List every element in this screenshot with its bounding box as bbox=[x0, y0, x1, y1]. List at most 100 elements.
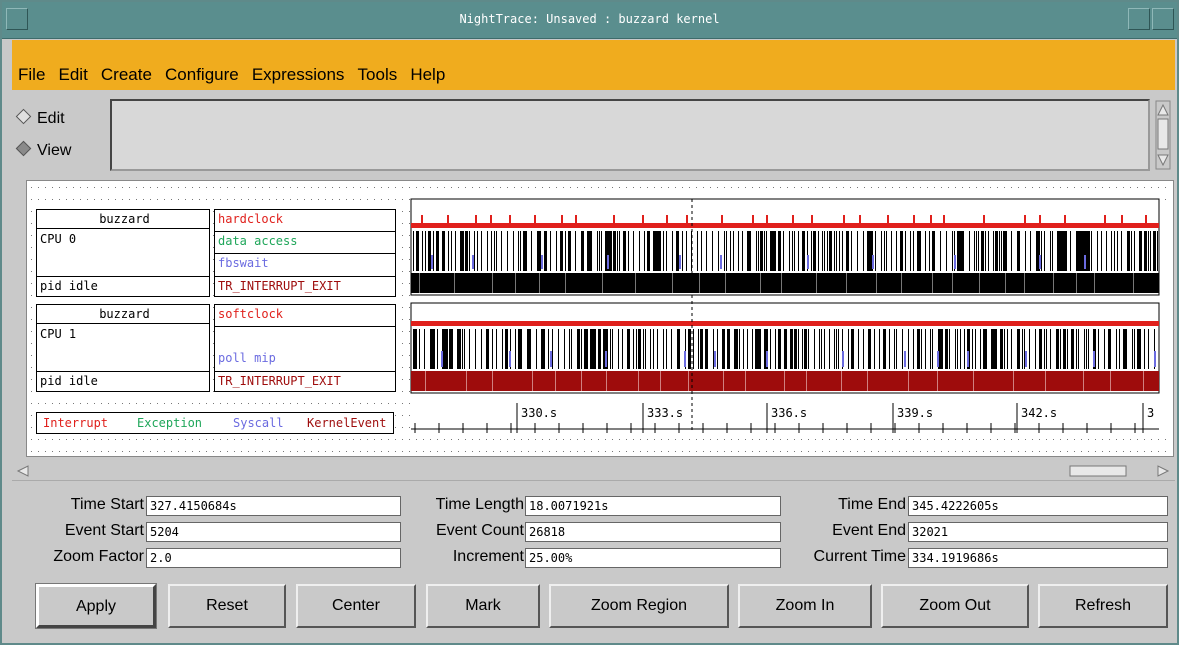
cpu1-event bbox=[1029, 329, 1030, 369]
cpu1-row-empty[interactable] bbox=[215, 327, 395, 349]
zoom-out-button[interactable]: Zoom Out bbox=[881, 584, 1029, 628]
event-count-field[interactable]: 26818 bbox=[525, 522, 781, 542]
hardclock-event bbox=[421, 215, 423, 225]
cpu1-gap bbox=[688, 371, 689, 391]
hardclock-event bbox=[887, 215, 889, 225]
center-button[interactable]: Center bbox=[296, 584, 416, 628]
cpu1-event bbox=[902, 329, 903, 369]
view-radio[interactable]: View bbox=[15, 140, 71, 160]
cpu0-event bbox=[981, 231, 984, 271]
expression-scrollbar[interactable] bbox=[1154, 99, 1172, 171]
cpu1-event bbox=[544, 329, 545, 369]
cpu0-gap bbox=[492, 273, 493, 293]
cpu0-event bbox=[523, 231, 526, 271]
cpu1-event bbox=[717, 329, 718, 369]
cpu0-event bbox=[1006, 231, 1007, 271]
edit-radio[interactable]: Edit bbox=[15, 108, 65, 128]
increment-field[interactable]: 25.00% bbox=[525, 548, 781, 568]
cpu0-row-interrupt-exit[interactable]: TR_INTERRUPT_EXIT bbox=[215, 276, 395, 296]
menu-edit[interactable]: Edit bbox=[59, 62, 88, 85]
cpu0-event bbox=[556, 231, 557, 271]
cpu1-event bbox=[1004, 329, 1005, 369]
cpu0-event bbox=[726, 231, 727, 271]
cpu0-gap bbox=[760, 273, 761, 293]
cpu0-event bbox=[750, 231, 751, 271]
ruler-tick-label: 339.s bbox=[897, 406, 933, 420]
hardclock-event bbox=[642, 215, 644, 225]
minimize-button[interactable] bbox=[1128, 8, 1150, 30]
hardclock-event bbox=[983, 215, 985, 225]
maximize-button[interactable] bbox=[1152, 8, 1174, 30]
cpu0-event bbox=[730, 231, 731, 271]
cpu0-event bbox=[1106, 231, 1107, 271]
cpu1-event bbox=[874, 329, 875, 369]
hardclock-event bbox=[613, 215, 615, 225]
apply-button[interactable]: Apply bbox=[35, 583, 157, 629]
cpu0-event bbox=[917, 231, 920, 271]
hardclock-event bbox=[447, 215, 449, 225]
cpu1-event bbox=[1063, 329, 1066, 369]
cpu0-event bbox=[884, 231, 885, 271]
event-count-label: Event Count bbox=[435, 522, 524, 539]
cpu1-row-softclock[interactable]: softclock bbox=[215, 305, 395, 327]
cpu1-row-interrupt-exit[interactable]: TR_INTERRUPT_EXIT bbox=[215, 371, 395, 391]
cpu1-event bbox=[930, 329, 931, 369]
menu-create[interactable]: Create bbox=[101, 62, 152, 85]
cpu0-event bbox=[619, 231, 620, 271]
cpu0-event bbox=[1070, 231, 1071, 271]
cpu1-event bbox=[808, 329, 809, 369]
refresh-button[interactable]: Refresh bbox=[1038, 584, 1168, 628]
cpu1-row-poll-mip[interactable]: poll mip bbox=[215, 349, 395, 371]
cpu1-event bbox=[778, 329, 781, 369]
time-start-field[interactable]: 327.4150684s bbox=[146, 496, 401, 516]
cpu0-event bbox=[1087, 231, 1090, 271]
cpu0-event bbox=[957, 231, 960, 271]
cpu1-event bbox=[1011, 329, 1012, 369]
cpu1-event bbox=[595, 329, 596, 369]
scroll-right-icon bbox=[1157, 465, 1170, 477]
cpu1-event bbox=[824, 329, 825, 369]
cpu0-row-hardclock[interactable]: hardclock bbox=[215, 210, 395, 232]
cpu0-event bbox=[886, 231, 887, 271]
time-end-field[interactable]: 345.4222605s bbox=[908, 496, 1168, 516]
cpu1-event bbox=[896, 329, 897, 369]
menu-file[interactable]: File bbox=[18, 62, 45, 85]
cpu0-event bbox=[929, 231, 930, 271]
menu-expressions[interactable]: Expressions bbox=[252, 62, 345, 85]
cpu1-gap bbox=[1013, 371, 1014, 391]
cpu0-event bbox=[829, 231, 832, 271]
cpu0-row-fbswait[interactable]: fbswait bbox=[215, 254, 395, 276]
event-end-field[interactable]: 32021 bbox=[908, 522, 1168, 542]
cpu1-event bbox=[633, 329, 634, 369]
cpu1-event bbox=[955, 329, 956, 369]
expression-text-area[interactable] bbox=[110, 99, 1150, 171]
cpu0-row-data-access[interactable]: data access bbox=[215, 232, 395, 254]
current-time-field[interactable]: 334.1919686s bbox=[908, 548, 1168, 568]
menu-configure[interactable]: Configure bbox=[165, 62, 239, 85]
cpu1-event bbox=[722, 329, 725, 369]
time-length-field[interactable]: 18.0071921s bbox=[525, 496, 781, 516]
menu-tools[interactable]: Tools bbox=[358, 62, 398, 85]
zoom-factor-field[interactable]: 2.0 bbox=[146, 548, 401, 568]
cpu1-event bbox=[618, 329, 619, 369]
zoom-in-button[interactable]: Zoom In bbox=[738, 584, 872, 628]
reset-button[interactable]: Reset bbox=[168, 584, 286, 628]
cpu0-gap bbox=[454, 273, 455, 293]
cpu1-event bbox=[737, 329, 738, 369]
cpu0-gap bbox=[1005, 273, 1006, 293]
title-bar[interactable]: NightTrace: Unsaved : buzzard kernel bbox=[2, 2, 1177, 39]
cpu0-event bbox=[544, 231, 547, 271]
event-start-field[interactable]: 5204 bbox=[146, 522, 401, 542]
menu-help[interactable]: Help bbox=[410, 62, 445, 85]
cpu1-event bbox=[416, 329, 417, 369]
cpu0-event bbox=[487, 231, 488, 271]
cpu0-event bbox=[1127, 231, 1130, 271]
cpu0-event bbox=[448, 231, 449, 271]
zoom-region-button[interactable]: Zoom Region bbox=[549, 584, 729, 628]
fbswait-event bbox=[807, 255, 809, 269]
timeline-scrollbar[interactable] bbox=[12, 462, 1175, 481]
cpu0-event bbox=[963, 231, 964, 271]
cpu0-event bbox=[960, 231, 963, 271]
cpu0-event bbox=[526, 231, 527, 271]
mark-button[interactable]: Mark bbox=[426, 584, 540, 628]
